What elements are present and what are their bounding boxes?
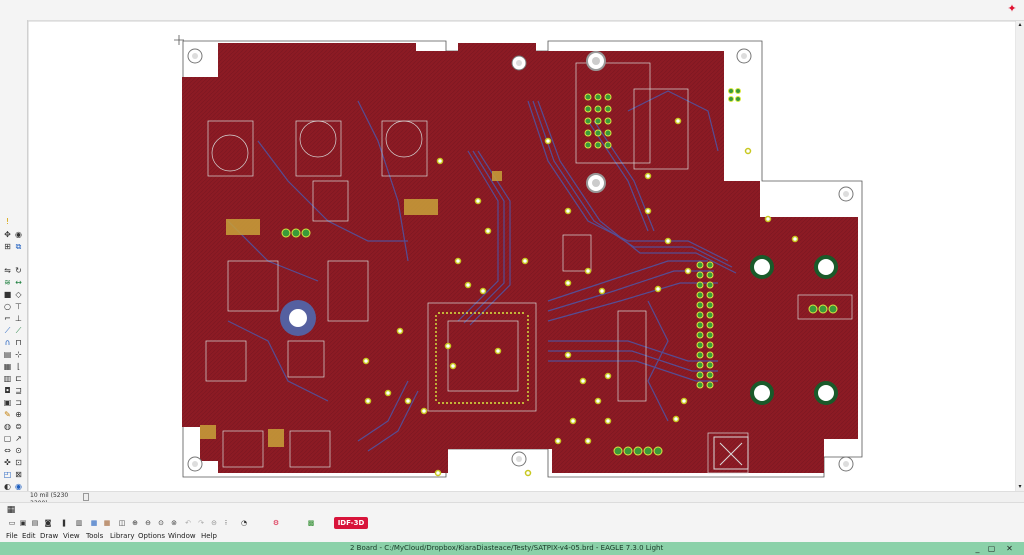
top-bar xyxy=(0,0,1024,21)
copy-icon[interactable]: ⧉ xyxy=(14,242,23,251)
scroll-up-icon[interactable]: ▴ xyxy=(1017,21,1023,29)
circle-icon[interactable]: ○ xyxy=(3,302,12,311)
via-icon[interactable]: ⊹ xyxy=(14,350,23,359)
smash-icon[interactable]: ⊒ xyxy=(14,386,23,395)
cam-icon[interactable]: ◙ xyxy=(44,519,52,527)
auto-icon[interactable]: ◰ xyxy=(3,470,12,479)
command-line[interactable]: ▦ xyxy=(0,502,1024,517)
origin-marker xyxy=(174,35,184,45)
zoom-out-icon[interactable]: ⊖ xyxy=(144,519,152,527)
ulp-icon[interactable]: ◉ xyxy=(14,482,23,491)
coordinate-readout: 10 mil (5230 3300) xyxy=(30,492,69,507)
script-icon[interactable]: ❚ xyxy=(60,519,68,527)
miter-icon[interactable]: ↗ xyxy=(14,434,23,443)
zoom-redraw-icon[interactable]: ⊙ xyxy=(157,519,165,527)
pin-icon[interactable]: ✦ xyxy=(1006,3,1018,15)
action-toolbar: ▭ ▣ ▤ ◙ ❚ ▥ ▦ ▦ ◫ ⊕ ⊖ ⊙ ⊚ ↶ ↷ ⊝ ⁝ ◔ ⚙ ▩ xyxy=(0,516,1024,530)
close-icon[interactable]: ✕ xyxy=(1005,544,1014,553)
scroll-down-icon[interactable]: ▾ xyxy=(1017,483,1023,491)
attribute-icon[interactable]: ▢ xyxy=(3,434,12,443)
menu-help[interactable]: Help xyxy=(201,532,217,540)
menu-edit[interactable]: Edit xyxy=(22,532,36,540)
design-link-icon[interactable]: ⚙ xyxy=(266,519,286,527)
open-icon[interactable]: ▭ xyxy=(8,519,16,527)
idf-3d-button[interactable]: IDF-3D xyxy=(334,517,368,529)
minimize-icon[interactable]: _ xyxy=(973,544,982,553)
paste-icon[interactable]: ⊐ xyxy=(14,398,23,407)
zoom-select-icon[interactable]: ⊚ xyxy=(170,519,178,527)
undo-icon[interactable]: ↶ xyxy=(184,519,192,527)
show-icon[interactable]: ◉ xyxy=(14,230,23,239)
polygon-icon[interactable]: ⟋ xyxy=(14,326,23,335)
redo-icon[interactable]: ↷ xyxy=(197,519,205,527)
delete-icon[interactable]: ✎ xyxy=(3,410,12,419)
text-icon[interactable]: ⊥ xyxy=(14,314,23,323)
grid-icon[interactable]: ▦ xyxy=(6,505,16,515)
smd-icon[interactable]: ⌊ xyxy=(14,362,23,371)
zoom-fit-icon[interactable]: ◫ xyxy=(118,519,126,527)
mirror-icon[interactable]: ⇋ xyxy=(3,266,12,275)
route-icon[interactable]: ≋ xyxy=(3,278,12,287)
label-icon[interactable]: ⇔ xyxy=(3,446,12,455)
replace-icon[interactable]: ◍ xyxy=(3,422,12,431)
menu-draw[interactable]: Draw xyxy=(40,532,58,540)
pcb-layout xyxy=(28,21,1016,492)
dimension-icon[interactable]: ⊙ xyxy=(14,446,23,455)
pad-icon[interactable]: ▦ xyxy=(3,362,12,371)
menu-options[interactable]: Options xyxy=(138,532,165,540)
optimize-icon[interactable]: ◇ xyxy=(14,290,23,299)
ulp-run-icon[interactable]: ▥ xyxy=(75,519,83,527)
errors-icon[interactable]: ◐ xyxy=(3,482,12,491)
group-icon[interactable]: ⊞ xyxy=(3,242,12,251)
layer-icon[interactable]: ▤ xyxy=(3,350,12,359)
menu-bar: File Edit Draw View Tools Library Option… xyxy=(0,530,1024,542)
split-icon[interactable]: ■ xyxy=(3,290,12,299)
vertical-scrollbar[interactable]: ▴ ▾ xyxy=(1016,21,1024,492)
ripup-icon[interactable]: ↔ xyxy=(14,278,23,287)
line-icon[interactable]: ⟋ xyxy=(3,326,12,335)
stop-icon[interactable]: ⊝ xyxy=(210,519,218,527)
menu-window[interactable]: Window xyxy=(168,532,196,540)
hole-icon[interactable]: ▥ xyxy=(3,374,12,383)
add-icon[interactable]: ⊕ xyxy=(14,410,23,419)
schematic-icon[interactable]: ▦ xyxy=(103,519,111,527)
arc-icon[interactable]: ⊤ xyxy=(14,302,23,311)
save-icon[interactable]: ▣ xyxy=(19,519,27,527)
restore-icon[interactable]: ▢ xyxy=(987,544,996,553)
value-icon[interactable]: ◘ xyxy=(3,386,12,395)
online-icon[interactable]: ▩ xyxy=(302,519,320,527)
clock-icon[interactable]: ◔ xyxy=(240,519,248,527)
ratsnest-icon[interactable]: ✜ xyxy=(3,458,12,467)
menu-tools[interactable]: Tools xyxy=(86,532,103,540)
print-icon[interactable]: ▤ xyxy=(31,519,39,527)
scroll-thumb[interactable] xyxy=(83,493,89,501)
move-icon[interactable]: ✥ xyxy=(3,230,12,239)
menu-view[interactable]: View xyxy=(63,532,80,540)
change-icon[interactable]: ▣ xyxy=(3,398,12,407)
lock-icon[interactable]: ⊜ xyxy=(14,422,23,431)
menu-file[interactable]: File xyxy=(6,532,18,540)
erc-icon[interactable]: ⊠ xyxy=(14,470,23,479)
info-icon[interactable]: ! xyxy=(3,217,12,226)
window-title: 2 Board - C:/MyCloud/Dropbox/KiaraDiaste… xyxy=(350,544,664,552)
wire-icon[interactable]: ⌐ xyxy=(3,314,12,323)
signal-icon[interactable]: ⊓ xyxy=(14,338,23,347)
menu-library[interactable]: Library xyxy=(110,532,134,540)
drc-icon[interactable]: ⊡ xyxy=(14,458,23,467)
board-canvas[interactable] xyxy=(28,21,1016,492)
horizontal-scrollbar[interactable] xyxy=(0,491,1024,502)
tool-palette: ! ✥ ◉ ⊞ ⧉ ⇋ ↻ ≋ ↔ ■ ◇ ○ ⊤ ⌐ ⊥ ⟋ ⟋ ∩ ⊓ ▤ … xyxy=(0,20,28,500)
go-icon[interactable]: ⁝ xyxy=(222,519,230,527)
name-icon[interactable]: ⊏ xyxy=(14,374,23,383)
meander-icon[interactable]: ∩ xyxy=(3,338,12,347)
board-icon[interactable]: ▦ xyxy=(90,519,98,527)
zoom-in-icon[interactable]: ⊕ xyxy=(131,519,139,527)
rotate-icon[interactable]: ↻ xyxy=(14,266,23,275)
